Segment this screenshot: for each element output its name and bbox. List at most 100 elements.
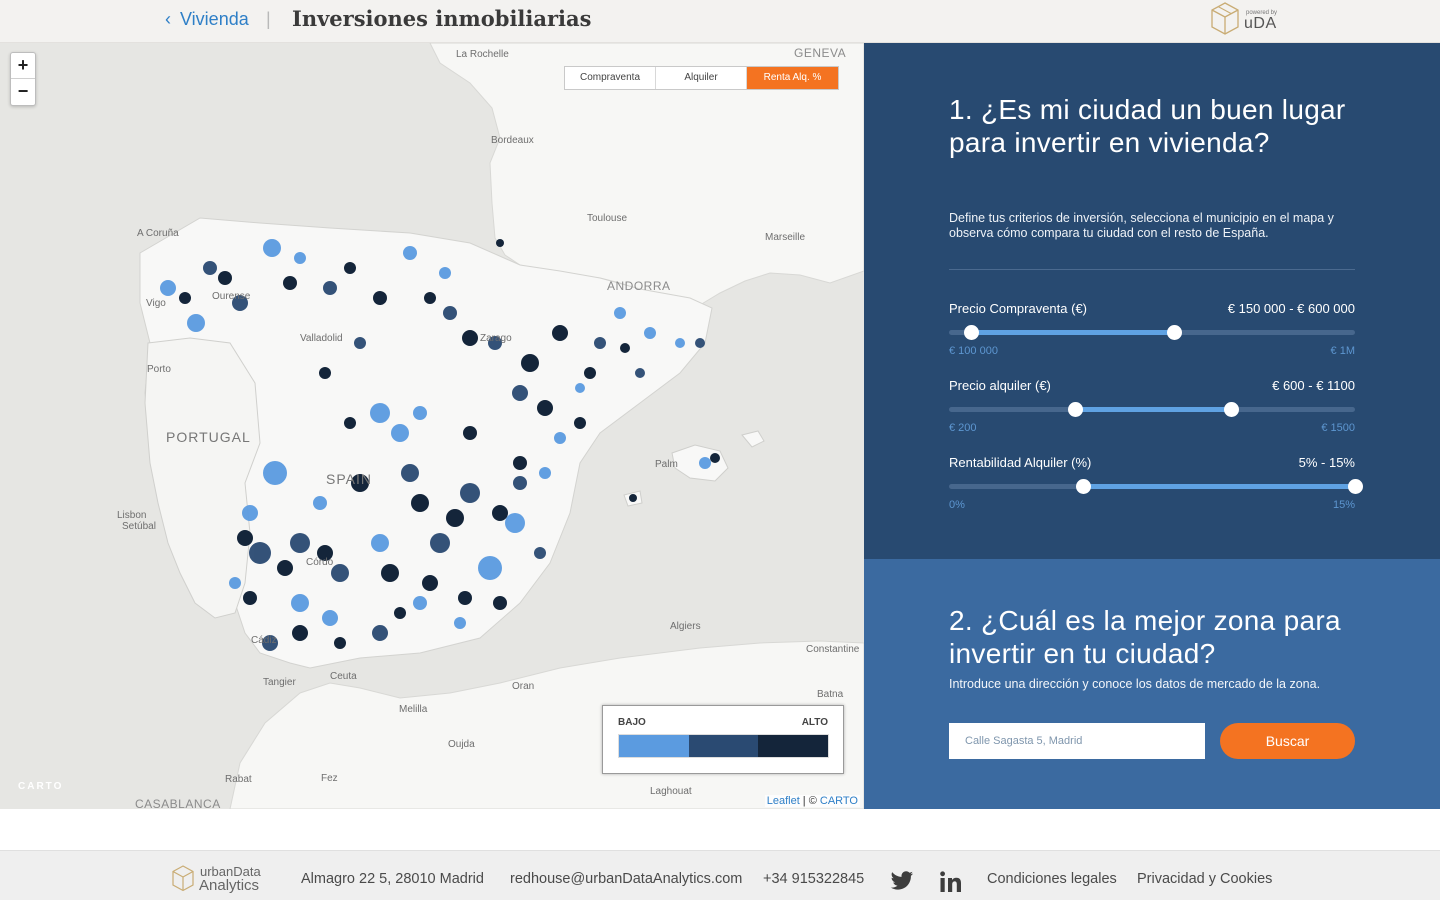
zone-search-heading: 2. ¿Cuál es la mejor zona para invertir … xyxy=(949,605,1341,669)
slider-fill xyxy=(1082,484,1355,489)
map-label-cadiz: Cádiz xyxy=(251,635,277,646)
map-label-casablanca: CASABLANCA xyxy=(135,797,221,809)
uda-logo[interactable]: powered by uDA xyxy=(1210,0,1290,43)
criteria-heading: 1. ¿Es mi ciudad un buen lugar para inve… xyxy=(949,94,1346,158)
slider-yield-label: Rentabilidad Alquiler (%) xyxy=(949,455,1092,470)
carto-link[interactable]: CARTO xyxy=(820,795,858,807)
map-attribution: Leaflet | © CARTO xyxy=(764,795,860,807)
top-bar: ‹ Vivienda | Inversiones inmobiliarias p… xyxy=(0,0,1440,43)
basemap xyxy=(0,43,864,809)
map-label-bordeaux: Bordeaux xyxy=(491,135,534,146)
back-link-label: Vivienda xyxy=(180,9,249,29)
map-label-oujda: Oujda xyxy=(448,739,475,750)
slider-rent-min: € 200 xyxy=(949,422,977,434)
slider-rent-label: Precio alquiler (€) xyxy=(949,378,1051,393)
legend-swatch-mid xyxy=(688,735,759,757)
cube-logo-icon xyxy=(172,865,194,892)
map-label-melilla: Melilla xyxy=(399,704,428,715)
map-label-tangier: Tangier xyxy=(263,677,296,688)
footer-brand-line2: Analytics xyxy=(199,877,260,894)
slider-handle-min[interactable] xyxy=(964,325,980,340)
toggle-alquiler[interactable]: Alquiler xyxy=(656,67,747,89)
slider-handle-min[interactable] xyxy=(1075,479,1091,494)
slider-rent[interactable] xyxy=(949,402,1355,417)
map-label-lisbon: Lisbon xyxy=(117,510,147,521)
map-label-constantine: Constantine xyxy=(806,644,860,655)
map-label-ourense: Ourense xyxy=(212,291,251,302)
map-label-algiers: Algiers xyxy=(670,621,701,632)
zoom-in-button[interactable]: + xyxy=(11,53,35,79)
footer-email[interactable]: redhouse@urbanDataAnalytics.com xyxy=(510,871,742,887)
map-label-portugal: PORTUGAL xyxy=(166,429,251,445)
map-label-zaragoza: Zarago xyxy=(480,333,512,344)
page-title: Inversiones inmobiliarias xyxy=(292,6,592,31)
map-label-vigo: Vigo xyxy=(146,298,166,309)
legend-low-label: BAJO xyxy=(618,717,646,728)
slider-price-sale-min: € 100 000 xyxy=(949,345,998,357)
map-label-marseille: Marseille xyxy=(765,232,806,243)
map-label-fez: Fez xyxy=(321,773,338,784)
investment-criteria-panel: 1. ¿Es mi ciudad un buen lugar para inve… xyxy=(864,43,1440,559)
carto-logo: CARTO xyxy=(18,781,64,792)
slider-rent-value: € 600 - € 1100 xyxy=(1272,378,1355,393)
footer-address: Almagro 22 5, 28010 Madrid xyxy=(301,871,484,887)
map-label-a-coruna: A Coruña xyxy=(137,228,179,239)
slider-handle-max[interactable] xyxy=(1224,402,1240,417)
map-label-laghouat: Laghouat xyxy=(650,786,692,797)
slider-yield[interactable] xyxy=(949,479,1363,494)
back-link-vivienda[interactable]: ‹ Vivienda xyxy=(165,9,249,30)
footer-privacy-link[interactable]: Privacidad y Cookies xyxy=(1137,871,1272,887)
slider-fill xyxy=(971,330,1175,335)
map-view[interactable]: + − Compraventa Alquiler Renta Alq. % La… xyxy=(0,43,864,809)
layer-toggle: Compraventa Alquiler Renta Alq. % xyxy=(564,66,839,90)
slider-handle-min[interactable] xyxy=(1067,402,1083,417)
map-label-rabat: Rabat xyxy=(225,774,252,785)
map-label-andorra: ANDORRA xyxy=(607,279,671,293)
map-label-geneva: GENEVA xyxy=(794,46,847,60)
twitter-icon[interactable] xyxy=(890,871,914,891)
map-label-valladolid: Valladolid xyxy=(300,333,343,344)
footer-legal-link[interactable]: Condiciones legales xyxy=(987,871,1117,887)
zoom-out-button[interactable]: − xyxy=(11,79,35,105)
toggle-compraventa[interactable]: Compraventa xyxy=(565,67,656,89)
footer-phone[interactable]: +34 915322845 xyxy=(763,871,864,887)
map-label-setubal: Setúbal xyxy=(122,521,156,532)
criteria-description: Define tus criterios de inversión, selec… xyxy=(949,211,1334,240)
slider-price-sale[interactable] xyxy=(949,325,1355,340)
header-separator: | xyxy=(266,9,271,29)
legend-swatch-high xyxy=(758,735,829,757)
slider-handle-max[interactable] xyxy=(1167,325,1183,340)
legend-swatch-low xyxy=(619,735,689,757)
brand-name: uDA xyxy=(1244,15,1277,32)
map-label-oran: Oran xyxy=(512,681,535,692)
map-label-la-rochelle: La Rochelle xyxy=(456,49,509,60)
attribution-separator: | © xyxy=(799,795,820,807)
map-label-toulouse: Toulouse xyxy=(587,213,628,224)
map-label-palma: Palm xyxy=(655,459,678,470)
map-label-spain: SPAIN xyxy=(326,471,372,487)
map-label-cordoba: Córdo xyxy=(306,557,334,568)
zoom-control: + − xyxy=(10,52,36,106)
footer: urbanData Analytics Almagro 22 5, 28010 … xyxy=(0,850,1440,900)
slider-price-sale-max: € 1M xyxy=(1330,345,1355,357)
divider xyxy=(949,269,1355,270)
slider-yield-min: 0% xyxy=(949,499,965,511)
leaflet-link[interactable]: Leaflet xyxy=(767,795,800,807)
linkedin-icon[interactable] xyxy=(940,871,962,893)
address-search-input[interactable]: Calle Sagasta 5, Madrid xyxy=(949,723,1205,759)
slider-handle-max[interactable] xyxy=(1348,479,1363,494)
cube-logo-icon xyxy=(1211,2,1239,35)
slider-yield-value: 5% - 15% xyxy=(1298,455,1355,470)
legend-color-scale xyxy=(618,734,829,758)
map-label-ceuta: Ceuta xyxy=(330,671,357,682)
slider-yield-max: 15% xyxy=(1332,499,1355,511)
zone-search-panel: 2. ¿Cuál es la mejor zona para invertir … xyxy=(864,559,1440,809)
chevron-left-icon: ‹ xyxy=(165,9,171,29)
toggle-renta-alq[interactable]: Renta Alq. % xyxy=(747,67,838,89)
map-label-batna: Batna xyxy=(817,689,844,700)
legend-high-label: ALTO xyxy=(801,717,828,728)
search-button[interactable]: Buscar xyxy=(1220,723,1355,759)
slider-fill xyxy=(1074,407,1232,412)
map-label-porto: Porto xyxy=(147,364,171,375)
zone-search-description: Introduce una dirección y conoce los dat… xyxy=(949,677,1321,691)
